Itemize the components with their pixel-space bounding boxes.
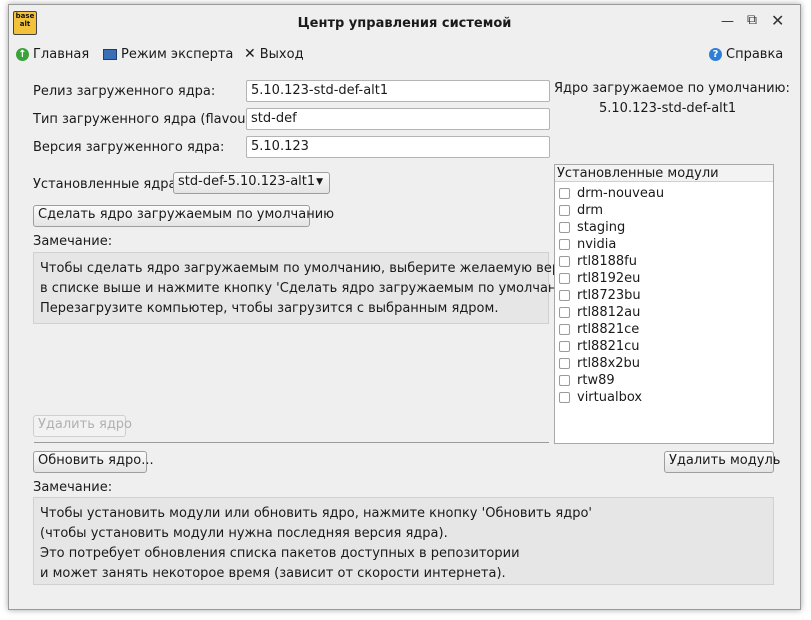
version-label: Версия загруженного ядра: <box>33 140 225 155</box>
module-item[interactable]: rtl88x2bu <box>559 355 640 372</box>
module-label: drm-nouveau <box>577 186 665 201</box>
chevron-down-icon: ▼ <box>316 177 323 187</box>
module-checkbox[interactable] <box>559 392 570 403</box>
make-default-button[interactable]: Сделать ядро загружаемым по умолчанию <box>33 205 334 227</box>
delete-module-button[interactable]: Удалить модуль <box>664 451 780 473</box>
installed-modules-list[interactable]: Установленные модули drm-nouveau drm stagi… <box>554 164 774 444</box>
module-label: rtl8723bu <box>577 288 641 303</box>
module-item[interactable]: staging <box>559 219 625 236</box>
note1-box: Чтобы сделать ядро загружаемым по умолча… <box>33 252 587 324</box>
note1-line: Чтобы сделать ядро загружаемым по умолча… <box>40 261 587 276</box>
module-checkbox[interactable] <box>559 290 570 301</box>
menu-help-label: Справка <box>726 46 784 62</box>
module-label: rtl8821ce <box>577 322 640 337</box>
note2-line: Чтобы установить модули или обновить ядр… <box>40 506 592 521</box>
modules-header: Установленные модули <box>555 165 773 182</box>
module-checkbox[interactable] <box>559 205 570 216</box>
help-icon: ? <box>709 47 722 61</box>
module-item[interactable]: nvidia <box>559 236 616 253</box>
module-checkbox[interactable] <box>559 256 570 267</box>
flavour-field[interactable]: std-def <box>246 108 550 130</box>
module-checkbox[interactable] <box>559 324 570 335</box>
module-label: rtl8188fu <box>577 254 637 269</box>
release-field[interactable]: 5.10.123-std-def-alt1 <box>246 80 550 102</box>
close-icon[interactable]: ✕ <box>771 11 784 30</box>
release-label: Релиз загруженного ядра: <box>33 84 216 99</box>
installed-kernels-select[interactable]: std-def-5.10.123-alt1 ▼ <box>173 172 330 194</box>
module-label: drm <box>577 203 604 218</box>
module-checkbox[interactable] <box>559 358 570 369</box>
flavour-label: Тип загруженного ядра (flavour): <box>33 112 261 127</box>
home-arrow-icon: ↑ <box>16 47 29 61</box>
module-item[interactable]: rtl8188fu <box>559 253 637 270</box>
menu-bar: ↑ Главная Режим эксперта ✕ Выход ? Справ… <box>9 43 800 65</box>
note2-line: и может занять некоторое время (зависит … <box>40 566 506 581</box>
monitor-icon <box>103 48 117 60</box>
menu-exit-label: Выход <box>259 46 304 62</box>
note2-line: Это потребует обновления списка пакетов … <box>40 546 520 561</box>
module-checkbox[interactable] <box>559 222 570 233</box>
default-kernel-value: 5.10.123-std-def-alt1 <box>599 101 737 116</box>
module-item[interactable]: virtualbox <box>559 389 642 406</box>
note1-line: Перезагрузите компьютер, чтобы загрузитс… <box>40 301 499 316</box>
module-checkbox[interactable] <box>559 273 570 284</box>
installed-kernels-value: std-def-5.10.123-alt1 <box>178 174 316 189</box>
module-label: staging <box>577 220 626 235</box>
window-title: Центр управления системой <box>297 16 512 31</box>
module-label: rtl8812au <box>577 305 641 320</box>
module-item[interactable]: rtl8192eu <box>559 270 640 287</box>
default-kernel-label: Ядро загружаемое по умолчанию: <box>554 81 790 96</box>
module-item[interactable]: drm-nouveau <box>559 185 664 202</box>
module-label: rtw89 <box>577 373 615 388</box>
module-checkbox[interactable] <box>559 307 570 318</box>
note1-label: Замечание: <box>33 234 113 249</box>
delete-kernel-button[interactable]: Удалить ядро <box>33 415 132 437</box>
title-bar: base alt Центр управления системой — ⧉ ✕ <box>9 5 800 43</box>
module-checkbox[interactable] <box>559 239 570 250</box>
maximize-icon[interactable]: ⧉ <box>747 12 757 28</box>
module-checkbox[interactable] <box>559 375 570 386</box>
module-label: rtl8821cu <box>577 339 640 354</box>
module-checkbox[interactable] <box>559 188 570 199</box>
module-item[interactable]: rtl8821cu <box>559 338 640 355</box>
menu-exit[interactable]: ✕ Выход <box>244 45 304 63</box>
module-item[interactable]: rtw89 <box>559 372 615 389</box>
module-label: rtl8192eu <box>577 271 641 286</box>
menu-home[interactable]: ↑ Главная <box>16 45 89 63</box>
note2-line: (чтобы установить модули нужна последняя… <box>40 526 448 541</box>
separator <box>34 442 549 443</box>
menu-home-label: Главная <box>33 46 90 62</box>
module-item[interactable]: rtl8821ce <box>559 321 639 338</box>
module-item[interactable]: rtl8812au <box>559 304 640 321</box>
module-label: rtl88x2bu <box>577 356 641 371</box>
menu-expert-label: Режим эксперта <box>121 46 234 62</box>
exit-x-icon: ✕ <box>244 46 256 62</box>
module-label: virtualbox <box>577 390 643 405</box>
module-label: nvidia <box>577 237 617 252</box>
note2-label: Замечание: <box>33 480 113 495</box>
installed-kernels-label: Установленные ядра: <box>33 177 181 192</box>
update-kernel-button[interactable]: Обновить ядро... <box>33 451 154 473</box>
version-field[interactable]: 5.10.123 <box>246 136 550 158</box>
minimize-icon[interactable]: — <box>721 14 734 29</box>
module-item[interactable]: rtl8723bu <box>559 287 641 304</box>
module-item[interactable]: drm <box>559 202 603 219</box>
note2-box: Чтобы установить модули или обновить ядр… <box>33 497 774 585</box>
menu-expert-mode[interactable]: Режим эксперта <box>103 45 233 63</box>
main-window: base alt Центр управления системой — ⧉ ✕ … <box>8 4 801 610</box>
module-checkbox[interactable] <box>559 341 570 352</box>
menu-help[interactable]: ? Справка <box>709 45 783 63</box>
note1-line: в списке выше и нажмите кнопку 'Сделать … <box>40 281 584 296</box>
